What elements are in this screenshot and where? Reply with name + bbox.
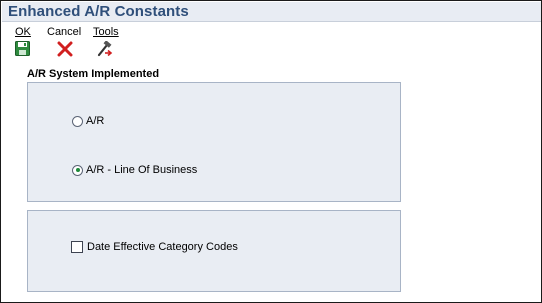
cancel-button[interactable]: Cancel	[47, 26, 82, 57]
ok-button[interactable]: OK	[15, 26, 31, 56]
category-codes-panel: Date Effective Category Codes	[27, 210, 401, 292]
cancel-label: Cancel	[47, 26, 82, 38]
title-bar: Enhanced A/R Constants	[2, 2, 541, 22]
ar-system-panel: A/R A/R - Line Of Business	[27, 82, 401, 202]
radio-ar-button[interactable]	[72, 115, 83, 127]
radio-ar-line-of-business[interactable]: A/R - Line Of Business	[72, 164, 197, 176]
app-window: Enhanced A/R Constants OK Cancel Tools A…	[0, 0, 542, 303]
tools-button[interactable]: Tools	[93, 26, 119, 57]
date-effective-checkbox[interactable]	[71, 241, 83, 253]
red-x-icon	[57, 41, 73, 57]
radio-ar-line-of-business-label: A/R - Line Of Business	[86, 164, 198, 176]
ok-label: OK	[15, 26, 31, 38]
page-title: Enhanced A/R Constants	[8, 3, 189, 20]
radio-ar-label: A/R	[86, 115, 105, 127]
tools-hammer-icon	[96, 40, 113, 57]
save-disk-icon	[15, 41, 31, 57]
radio-ar-line-of-business-button[interactable]	[72, 164, 83, 176]
section-title: A/R System Implemented	[27, 68, 160, 80]
date-effective-label: Date Effective Category Codes	[87, 241, 238, 253]
radio-ar[interactable]: A/R	[72, 115, 104, 127]
tools-label: Tools	[93, 26, 119, 38]
date-effective-checkbox-row[interactable]: Date Effective Category Codes	[71, 241, 238, 253]
